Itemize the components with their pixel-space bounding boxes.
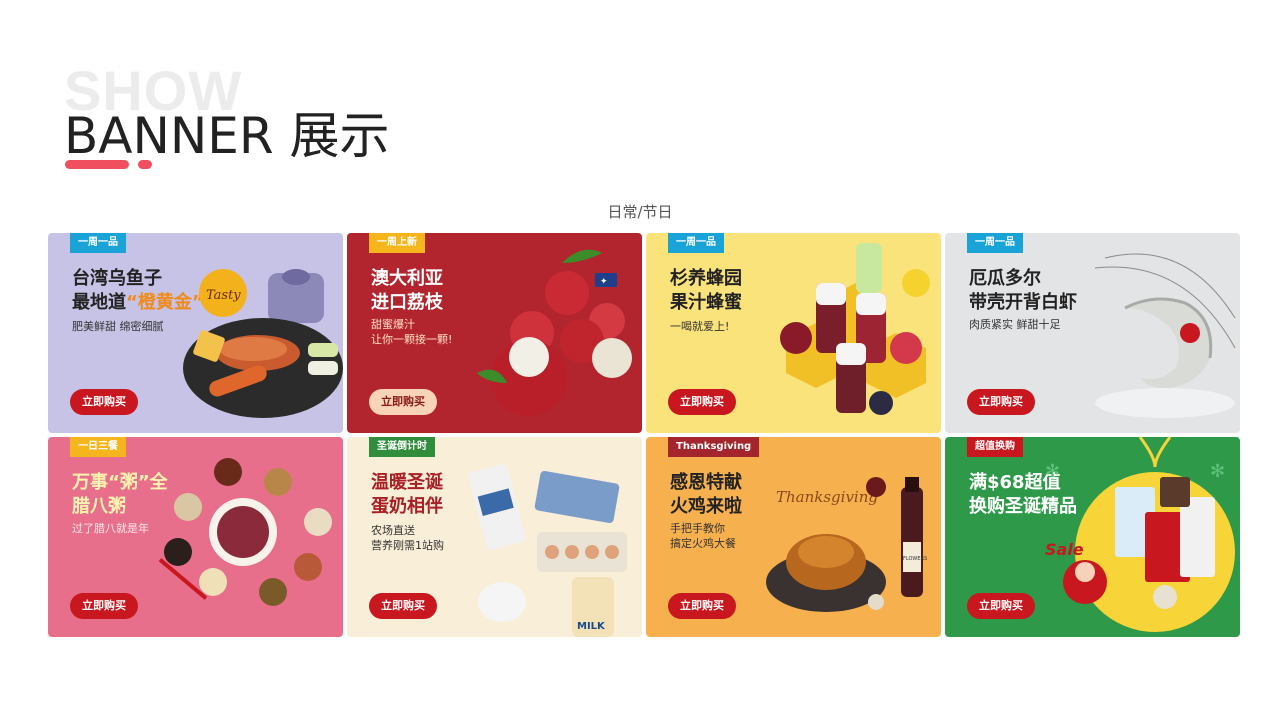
banner-card-shrimp[interactable]: 一周一品 厄瓜多尔 带壳开背白虾 肉质紧实 鲜甜十足 立即购买	[945, 233, 1240, 433]
banner-card-lychee[interactable]: 一周上新 澳大利亚 进口荔枝 甜蜜爆汁 让你一颗接一颗! ✦ 立即购买	[347, 233, 642, 433]
desc-line-1: 手把手教你	[670, 522, 725, 535]
buy-now-button[interactable]: 立即购买	[70, 389, 138, 415]
card-tag: 一周一品	[70, 233, 126, 253]
card-tag: 一周上新	[369, 233, 425, 253]
headline-line-1: 温暖圣诞	[371, 472, 443, 493]
banner-showcase-page: SHOW BANNER 展示 日常/节日 一周一品 台湾乌鱼子 最地道“橙黄金”…	[0, 0, 1280, 720]
card-headline: 澳大利亚 进口荔枝	[371, 267, 443, 315]
headline-line-1: 厄瓜多尔	[969, 268, 1041, 289]
buy-now-button[interactable]: 立即购买	[668, 389, 736, 415]
card-desc: 手把手教你 搞定火鸡大餐	[670, 521, 736, 551]
buy-now-button[interactable]: 立即购买	[668, 593, 736, 619]
card-headline: 温暖圣诞 蛋奶相伴	[371, 471, 443, 519]
desc-line-2: 营养刚需1站购	[371, 539, 444, 552]
title-underline	[65, 160, 129, 169]
milk-label: MILK	[577, 621, 606, 632]
desc-line-1: 农场直送	[371, 524, 415, 537]
banner-card-christmas-dairy[interactable]: 圣诞倒计时 温暖圣诞 蛋奶相伴 农场直送 营养刚需1站购 MILK 立即购买	[347, 437, 642, 637]
card-headline: 感恩特献 火鸡来啦	[670, 471, 742, 519]
card-tag: 一周一品	[967, 233, 1023, 253]
card-headline: 杉养蜂园 果汁蜂蜜	[670, 267, 742, 315]
card-tag: Thanksgiving	[668, 437, 760, 457]
headline-line-1: 澳大利亚	[371, 268, 443, 289]
card-desc: 肉质紧实 鲜甜十足	[969, 318, 1061, 331]
card-desc: 过了腊八就是年	[72, 522, 149, 535]
wine-label: FLOWERS	[903, 556, 927, 562]
title-underline-dot	[138, 160, 152, 169]
svg-text:✻: ✻	[1045, 461, 1060, 482]
mullet-roe-illustration: Tasty	[183, 269, 343, 418]
congee-illustration	[158, 458, 332, 606]
desc-line-1: 甜蜜爆汁	[371, 318, 415, 331]
card-desc: 甜蜜爆汁 让你一颗接一颗!	[371, 317, 452, 347]
headline-line-1: 感恩特献	[670, 472, 742, 493]
card-desc: 一喝就爱上!	[670, 320, 730, 333]
buy-now-button[interactable]: 立即购买	[369, 593, 437, 619]
banner-grid: 一周一品 台湾乌鱼子 最地道“橙黄金” 肥美鲜甜 绵密细腻 Tasty 立即购买	[48, 233, 1242, 637]
card-tag: 圣诞倒计时	[369, 437, 435, 457]
tasty-logo-text: Tasty	[206, 288, 241, 303]
headline-line-2: 蛋奶相伴	[371, 496, 443, 517]
section-subtitle: 日常/节日	[607, 203, 673, 221]
headline-line-2: 果汁蜂蜜	[670, 292, 742, 313]
headline-line-2a: 最地道	[72, 292, 126, 313]
headline-line-1: 杉养蜂园	[670, 268, 742, 289]
card-headline: 万事“粥”全 腊八粥	[72, 471, 168, 519]
christmas-gifts-illustration: Sale ✻ ✻	[1045, 437, 1235, 632]
svg-text:✦: ✦	[600, 277, 608, 287]
page-title: BANNER 展示	[64, 107, 390, 165]
desc-line-2: 让你一颗接一颗!	[371, 333, 453, 346]
buy-now-button[interactable]: 立即购买	[369, 389, 437, 415]
card-tag: 一周一品	[668, 233, 724, 253]
headline-line-2: 带壳开背白虾	[969, 292, 1077, 313]
card-headline: 厄瓜多尔 带壳开背白虾	[969, 267, 1077, 315]
headline-line-2: 火鸡来啦	[670, 496, 742, 517]
shrimp-illustration	[1094, 253, 1236, 418]
buy-now-button[interactable]: 立即购买	[70, 593, 138, 619]
headline-line-1: 万事“粥”全	[72, 472, 168, 493]
svg-text:✻: ✻	[1210, 461, 1225, 482]
headline-line-2: 进口荔枝	[371, 292, 443, 313]
headline-line-2: 腊八粥	[72, 496, 126, 517]
lychee-illustration: ✦	[477, 249, 632, 416]
desc-line-2: 搞定火鸡大餐	[670, 537, 736, 550]
dairy-illustration: MILK	[468, 464, 627, 637]
card-desc: 肥美鲜甜 绵密细腻	[72, 320, 164, 333]
card-desc: 农场直送 营养刚需1站购	[371, 523, 444, 553]
buy-now-button[interactable]: 立即购买	[967, 389, 1035, 415]
banner-card-christmas-redemption[interactable]: 超值换购 满$68超值 换购圣诞精品 Sale ✻ ✻ 立即购买	[945, 437, 1240, 637]
sale-text: Sale	[1045, 540, 1084, 559]
banner-card-honey[interactable]: 一周一品 杉养蜂园 果汁蜂蜜 一喝就爱上! 立即购买	[646, 233, 941, 433]
banner-card-thanksgiving-turkey[interactable]: Thanksgiving 感恩特献 火鸡来啦 手把手教你 搞定火鸡大餐 Than…	[646, 437, 941, 637]
banner-card-laba-congee[interactable]: 一日三餐 万事“粥”全 腊八粥 过了腊八就是年 立即购买	[48, 437, 343, 637]
buy-now-button[interactable]: 立即购买	[967, 593, 1035, 619]
card-tag: 超值换购	[967, 437, 1023, 457]
turkey-illustration: Thanksgiving FLOWERS	[766, 477, 927, 612]
banner-card-mullet-roe[interactable]: 一周一品 台湾乌鱼子 最地道“橙黄金” 肥美鲜甜 绵密细腻 Tasty 立即购买	[48, 233, 343, 433]
card-tag: 一日三餐	[70, 437, 126, 457]
thanksgiving-script: Thanksgiving	[776, 488, 878, 506]
honey-illustration	[780, 243, 930, 415]
